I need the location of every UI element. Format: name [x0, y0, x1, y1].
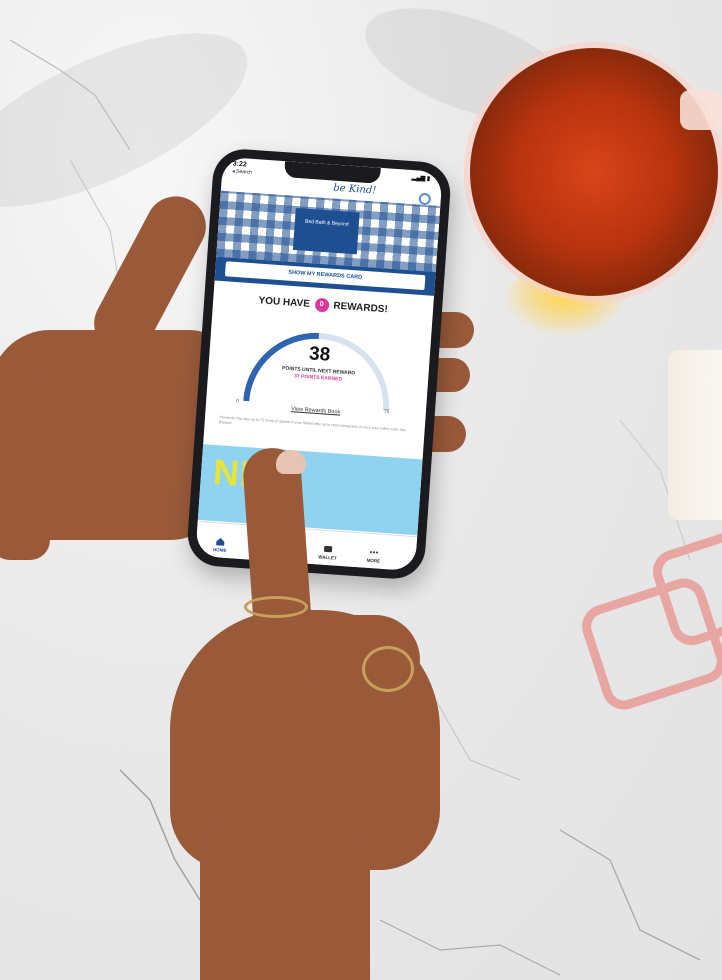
tea-glass-handle [680, 90, 722, 130]
home-icon [216, 538, 225, 546]
tab-home[interactable]: HOME [200, 536, 241, 554]
right-wrist [200, 820, 370, 980]
brand-logo: Bed Bath & Beyond [292, 208, 360, 255]
rewards-fine-print: *Rewards may take up to 72 hours to appe… [218, 415, 406, 433]
smartphone: 3:22 ◂ Search ▂▄▆ ▮ be Kind! Bed Bath & … [185, 147, 453, 581]
phone-screen: 3:22 ◂ Search ▂▄▆ ▮ be Kind! Bed Bath & … [195, 156, 443, 572]
status-back-link[interactable]: ◂ Search [232, 168, 252, 175]
gauge-min-label: 0 [235, 398, 240, 405]
headline-prefix: YOU HAVE [258, 295, 311, 310]
white-mug [668, 350, 722, 520]
tea-glass [470, 48, 718, 296]
tab-label: MORE [366, 557, 381, 564]
promo-banner[interactable]: NEW [197, 444, 423, 536]
gold-ring [362, 646, 414, 692]
more-icon [370, 551, 378, 554]
status-time: 3:22 [232, 160, 247, 169]
fingernail [276, 450, 306, 474]
left-forearm [0, 370, 50, 560]
tab-label: HOME [212, 547, 227, 553]
tab-label: WALLET [318, 554, 337, 561]
tab-wallet[interactable]: WALLET [307, 544, 348, 562]
reward-count-badge: 0 [314, 297, 330, 313]
rewards-headline: YOU HAVE 0 REWARDS! [213, 290, 433, 319]
tab-more[interactable]: MORE [353, 547, 394, 565]
wallet-icon [323, 545, 333, 553]
gauge-max-label: 75 [383, 408, 390, 416]
headline-suffix: REWARDS! [332, 300, 389, 316]
gold-ring [244, 596, 308, 618]
battery-icon: ▂▄▆ ▮ [411, 175, 431, 183]
script-logo: be Kind! [332, 182, 377, 197]
location-icon[interactable] [418, 192, 432, 206]
phone-notch [283, 161, 381, 184]
